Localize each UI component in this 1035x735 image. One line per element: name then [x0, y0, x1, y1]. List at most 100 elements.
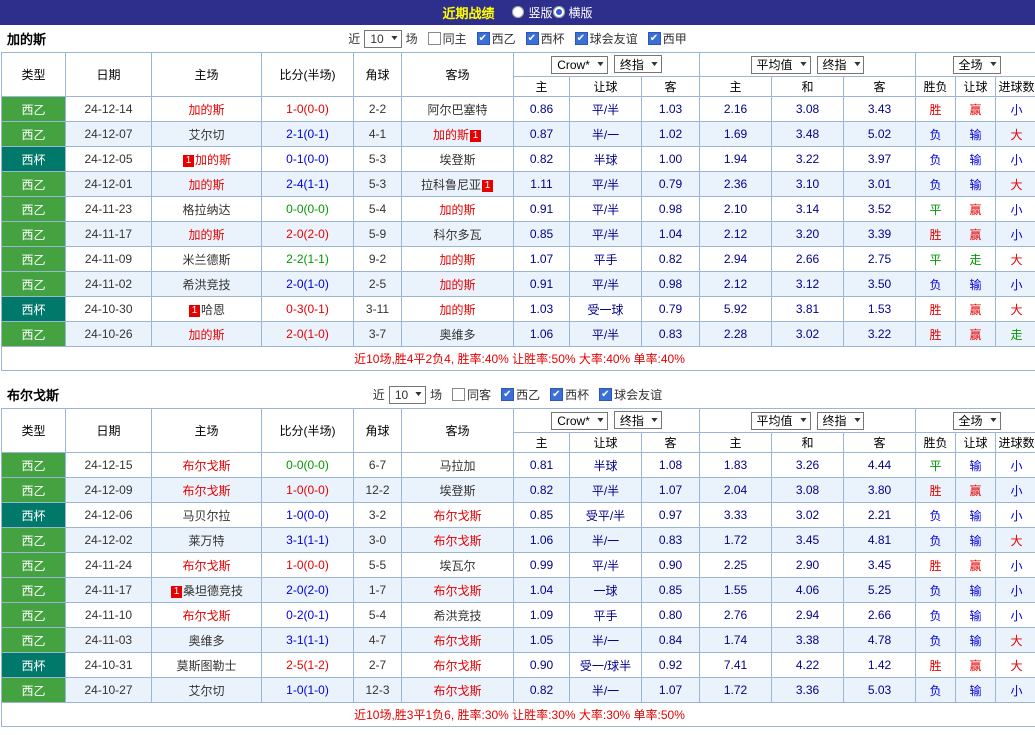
team-link[interactable]: 莫斯图勒士 [176, 659, 236, 673]
checkbox-checked-icon[interactable] [574, 32, 588, 45]
average-odds-select[interactable]: 平均值 ▼ [750, 411, 811, 430]
filter-checkbox[interactable]: 西杯 [525, 30, 565, 47]
filter-checkbox[interactable]: 西杯 [550, 386, 589, 403]
team-link[interactable]: 米兰德斯 [182, 253, 230, 267]
score-cell[interactable]: 1-0(0-0) [261, 502, 354, 528]
recent-count-select[interactable]: 10 ▼ [388, 385, 427, 404]
team-link[interactable]: 布尔戈斯 [182, 559, 230, 573]
final-odds-select[interactable]: 终指 ▼ [613, 55, 662, 74]
team-link[interactable]: 布尔戈斯 [433, 659, 481, 673]
checkbox-checked-icon[interactable] [525, 32, 539, 45]
team-link[interactable]: 加的斯 [188, 328, 224, 342]
chevron-down-icon: ▼ [595, 61, 606, 69]
checkbox-checked-icon[interactable] [501, 388, 515, 401]
team-link[interactable]: 格拉纳达 [182, 203, 230, 217]
filter-checkbox[interactable]: 西乙 [501, 386, 540, 403]
full-match-select[interactable]: 全场 ▼ [952, 55, 1001, 74]
filter-checkbox[interactable]: 球会友谊 [574, 30, 638, 47]
team-link[interactable]: 加的斯 [188, 228, 224, 242]
checkbox-checked-icon[interactable] [599, 388, 613, 401]
checkbox-checked-icon[interactable] [550, 388, 564, 401]
filter-checkbox[interactable]: 同主 [427, 30, 467, 47]
score-cell[interactable]: 1-0(1-0) [261, 677, 354, 703]
team-link[interactable]: 艾尔切 [188, 128, 224, 142]
odds-cell: 7.41 [699, 652, 772, 678]
team-link[interactable]: 布尔戈斯 [182, 459, 230, 473]
score-cell[interactable]: 2-4(1-1) [261, 171, 354, 197]
team-link[interactable]: 布尔戈斯 [433, 509, 481, 523]
layout-radio-vertical[interactable]: 竖版 [512, 4, 553, 21]
score-cell[interactable]: 2-1(0-1) [261, 121, 354, 147]
team-link[interactable]: 艾尔切 [188, 684, 224, 698]
team-link[interactable]: 布尔戈斯 [182, 484, 230, 498]
team-link[interactable]: 加的斯 [188, 178, 224, 192]
score-cell[interactable]: 2-0(1-0) [261, 271, 354, 297]
league-cell: 西乙 [1, 477, 66, 503]
filter-checkbox[interactable]: 球会友谊 [599, 386, 662, 403]
team-link[interactable]: 马贝尔拉 [182, 509, 230, 523]
score-cell[interactable]: 0-0(0-0) [261, 452, 354, 478]
score-cell[interactable]: 2-5(1-2) [261, 652, 354, 678]
team-link[interactable]: 加的斯 [439, 303, 475, 317]
score-cell[interactable]: 1-0(0-0) [261, 477, 354, 503]
final-odds-select[interactable]: 终指 ▼ [613, 411, 662, 430]
filter-checkbox[interactable]: 同客 [452, 386, 491, 403]
team-link[interactable]: 布尔戈斯 [433, 584, 481, 598]
team-link[interactable]: 哈恩 [201, 303, 225, 317]
score-cell[interactable]: 3-1(1-1) [261, 527, 354, 553]
wdl-result-cell: 负 [915, 677, 957, 703]
score-cell[interactable]: 2-2(1-1) [261, 246, 354, 272]
final-odds-select-value: 终指 [619, 413, 644, 428]
handicap-cell: 平/半 [569, 171, 642, 197]
layout-radio-horizontal[interactable]: 横版 [552, 4, 593, 21]
score-cell[interactable]: 3-1(1-1) [261, 627, 354, 653]
opponent-team-cell: 奥维多 [151, 627, 262, 653]
score-cell[interactable]: 0-0(0-0) [261, 196, 354, 222]
crown-odds-select[interactable]: Crow* ▼ [551, 55, 608, 74]
score-cell[interactable]: 2-0(1-0) [261, 321, 354, 347]
checkbox-unchecked-icon[interactable] [427, 32, 441, 45]
crown-odds-select[interactable]: Crow* ▼ [551, 411, 608, 430]
team-link[interactable]: 埃登斯 [439, 153, 475, 167]
team-link[interactable]: 埃瓦尔 [439, 559, 475, 573]
team-link[interactable]: 莱万特 [188, 534, 224, 548]
full-match-select[interactable]: 全场 ▼ [952, 411, 1001, 430]
checkbox-checked-icon[interactable] [476, 32, 490, 45]
team-link[interactable]: 加的斯 [439, 253, 475, 267]
recent-count-select[interactable]: 10 ▼ [364, 29, 402, 48]
score-cell[interactable]: 1-0(0-0) [261, 96, 354, 122]
team-link[interactable]: 奥维多 [188, 634, 224, 648]
score-cell[interactable]: 0-3(0-1) [261, 296, 354, 322]
score-cell[interactable]: 0-2(0-1) [261, 602, 354, 628]
team-link[interactable]: 布尔戈斯 [433, 534, 481, 548]
team-link[interactable]: 希洪竞技 [182, 278, 230, 292]
team-link[interactable]: 加的斯 [195, 153, 231, 167]
team-link[interactable]: 布尔戈斯 [433, 634, 481, 648]
team-link[interactable]: 加的斯 [439, 203, 475, 217]
score-cell[interactable]: 2-0(2-0) [261, 577, 354, 603]
score-cell[interactable]: 1-0(0-0) [261, 552, 354, 578]
team-link[interactable]: 布尔戈斯 [182, 609, 230, 623]
team-link[interactable]: 希洪竞技 [433, 609, 481, 623]
team-link[interactable]: 桑坦德竞技 [183, 584, 243, 598]
final-odds-select[interactable]: 终指 ▼ [816, 411, 865, 430]
final-odds-select[interactable]: 终指 ▼ [816, 55, 865, 74]
score-cell[interactable]: 0-1(0-0) [261, 146, 354, 172]
games-label: 场 [430, 388, 443, 402]
team-link[interactable]: 埃登斯 [439, 484, 475, 498]
checkbox-checked-icon[interactable] [647, 32, 661, 45]
average-odds-select[interactable]: 平均值 ▼ [750, 55, 811, 74]
team-link[interactable]: 加的斯 [439, 278, 475, 292]
team-link[interactable]: 加的斯 [433, 128, 469, 142]
team-link[interactable]: 科尔多瓦 [433, 228, 481, 242]
team-link[interactable]: 拉科鲁尼亚 [421, 178, 481, 192]
team-link[interactable]: 加的斯 [188, 103, 224, 117]
team-link[interactable]: 马拉加 [439, 459, 475, 473]
team-link[interactable]: 布尔戈斯 [433, 684, 481, 698]
team-link[interactable]: 奥维多 [439, 328, 475, 342]
team-link[interactable]: 阿尔巴塞特 [427, 103, 487, 117]
filter-checkbox[interactable]: 西甲 [647, 30, 687, 47]
score-cell[interactable]: 2-0(2-0) [261, 221, 354, 247]
checkbox-unchecked-icon[interactable] [452, 388, 466, 401]
filter-checkbox[interactable]: 西乙 [476, 30, 516, 47]
